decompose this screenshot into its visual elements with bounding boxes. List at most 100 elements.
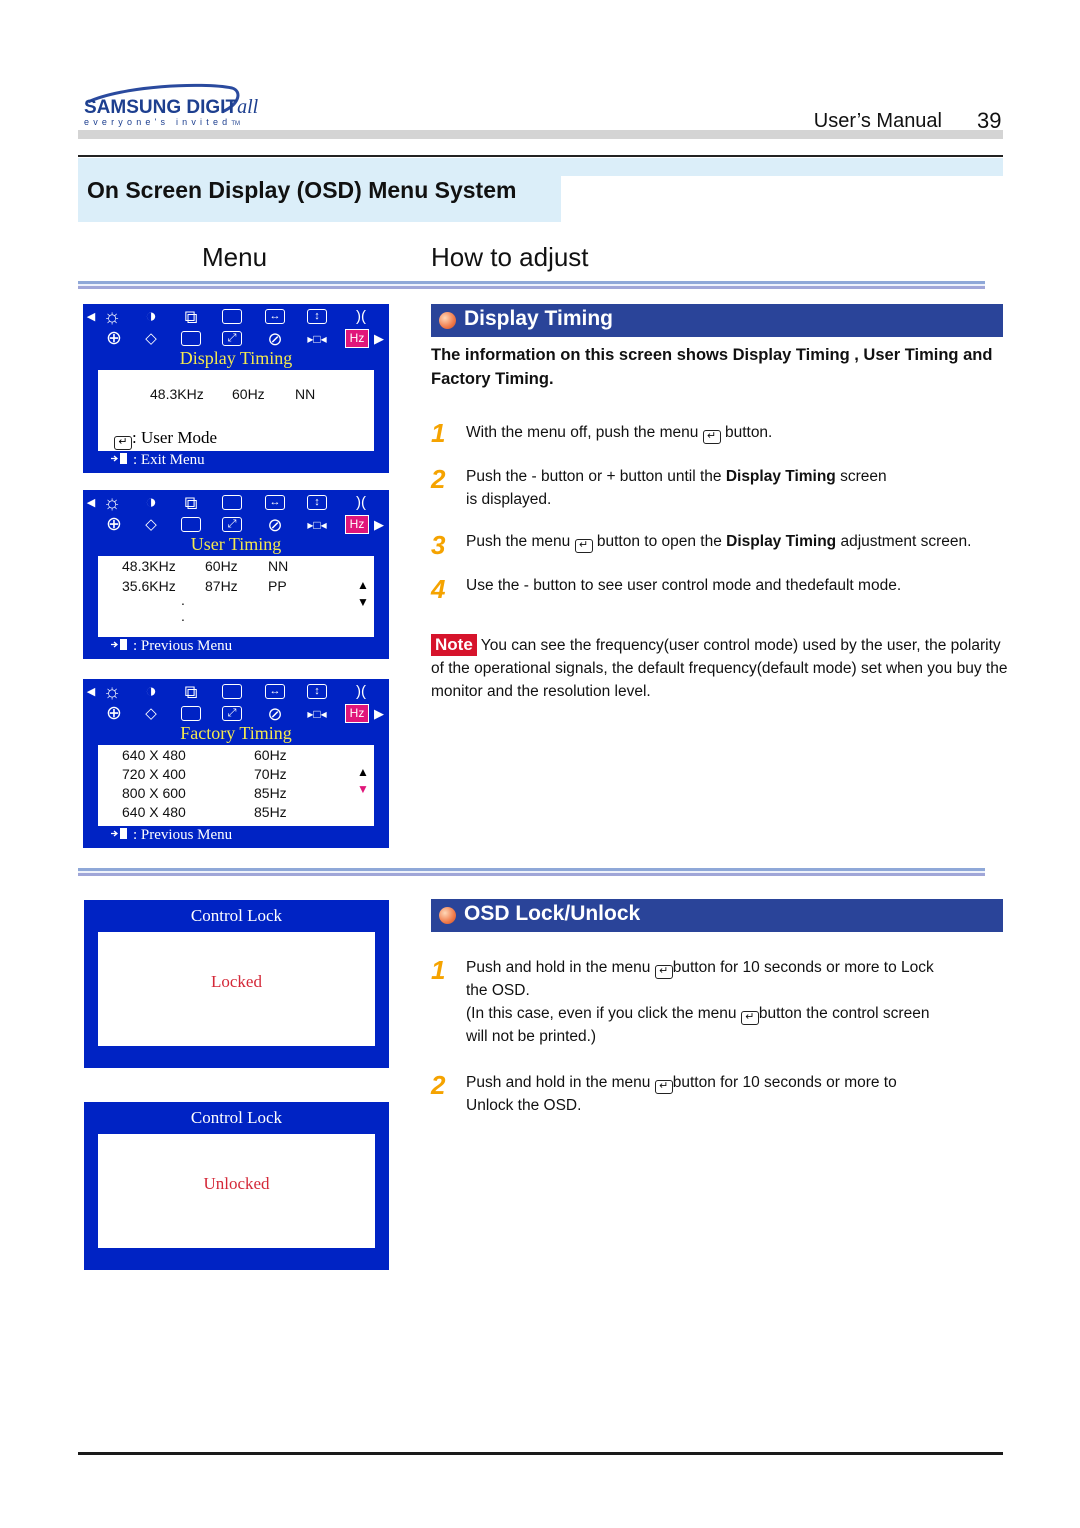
double-rule <box>78 281 985 289</box>
contrast-icon[interactable]: ◑ <box>139 493 163 513</box>
degauss-icon[interactable]: ⊘ <box>263 515 287 535</box>
enter-icon: ↵ <box>574 539 593 553</box>
moire-icon[interactable]: ▸□◂ <box>305 515 329 535</box>
refresh-rate: 85Hz <box>254 804 287 820</box>
rotation-icon[interactable]: ⊕ <box>102 515 126 535</box>
display-timing-intro: The information on this screen shows Dis… <box>431 346 993 388</box>
zoom-icon[interactable]: ⤢ <box>220 329 244 349</box>
note-badge: Note <box>431 634 477 656</box>
hz-icon[interactable]: Hz <box>345 329 369 348</box>
parallelogram-icon[interactable] <box>179 515 203 535</box>
column-heading-menu: Menu <box>202 242 268 272</box>
v-size-icon[interactable]: ↕ <box>305 682 329 702</box>
previous-menu-label: : Previous Menu <box>133 638 233 654</box>
left-arrow-icon[interactable]: ◀ <box>85 682 97 702</box>
control-lock-body: Unlocked <box>98 1134 375 1248</box>
hz-icon[interactable]: Hz <box>345 704 369 723</box>
h-freq: 35.6KHz <box>122 578 176 594</box>
pincushion-icon[interactable]: )( <box>349 682 373 702</box>
rotation-icon[interactable]: ⊕ <box>102 329 126 349</box>
logo-brand-suffix: all <box>237 96 259 118</box>
contrast-icon[interactable]: ◑ <box>139 307 163 327</box>
enter-icon: ↵ <box>740 1011 759 1025</box>
left-arrow-icon[interactable]: ◀ <box>85 493 97 513</box>
zoom-icon[interactable]: ⤢ <box>220 704 244 724</box>
exit-menu-hint: : Exit Menu <box>111 452 205 469</box>
samsung-logo: SAMSUNG DIGITall everyone's invitedTM <box>82 82 258 132</box>
step-text-part: adjustment screen. <box>836 533 972 550</box>
trapezoid-icon[interactable]: ◇ <box>139 515 163 535</box>
hz-icon[interactable]: Hz <box>345 515 369 534</box>
control-lock-title: Control Lock <box>190 1108 283 1127</box>
h-size-icon[interactable]: ↔ <box>263 307 287 327</box>
degauss-icon[interactable]: ⊘ <box>263 329 287 349</box>
previous-menu-label: : Previous Menu <box>133 827 233 843</box>
degauss-icon[interactable]: ⊘ <box>263 704 287 724</box>
position-icon[interactable]: ⧉ <box>179 493 203 513</box>
position-icon[interactable]: ⧉ <box>179 682 203 702</box>
trapezoid-icon[interactable]: ◇ <box>139 329 163 349</box>
position-icon[interactable]: ⧉ <box>179 307 203 327</box>
osd-body: 48.3KHz 60Hz NN 35.6KHz 87Hz PP . . ▲ ▼ <box>98 556 374 637</box>
step-text: Push the menu ↵ button to open the Displ… <box>466 530 1066 553</box>
right-arrow-icon[interactable]: ▶ <box>373 515 385 535</box>
refresh-rate: 85Hz <box>254 785 287 801</box>
step-text-part: Push and hold in the menu <box>466 959 655 976</box>
lock-status: Unlocked <box>203 1174 270 1193</box>
h-size-icon[interactable]: ↔ <box>263 682 287 702</box>
scroll-down-icon[interactable]: ▼ <box>357 782 369 796</box>
brightness-icon[interactable]: ☼ <box>100 682 124 702</box>
zoom-icon[interactable]: ⤢ <box>220 515 244 535</box>
pincushion-icon[interactable]: )( <box>349 493 373 513</box>
note-text: You can see the frequency(user control m… <box>431 637 1008 700</box>
scroll-up-icon[interactable]: ▲ <box>357 765 369 779</box>
step-number: 3 <box>431 530 446 560</box>
moire-icon[interactable]: ▸□◂ <box>305 704 329 724</box>
control-lock-panel-unlocked: Control Lock Unlocked <box>84 1102 389 1270</box>
scroll-down-icon[interactable]: ▼ <box>357 595 369 609</box>
contrast-icon[interactable]: ◑ <box>139 682 163 702</box>
step-text-part: button. <box>720 424 773 441</box>
brightness-icon[interactable]: ☼ <box>100 493 124 513</box>
parallelogram-icon[interactable] <box>179 329 203 349</box>
step-text-part: Push the menu <box>466 533 575 550</box>
h-freq: 48.3KHz <box>122 558 176 574</box>
control-lock-title: Control Lock <box>190 906 283 925</box>
v-size-icon[interactable]: ↕ <box>305 307 329 327</box>
control-lock-panel-locked: Control Lock Locked <box>84 900 389 1068</box>
step-text: With the menu off, push the menu ↵ butto… <box>466 421 1016 444</box>
parallelogram-icon[interactable] <box>179 704 203 724</box>
step-text: Push the - button or + button until the … <box>466 465 896 511</box>
footer-rule <box>78 1452 1003 1455</box>
size-icon[interactable] <box>220 682 244 702</box>
step-text-part: Push the - button or + button until the <box>466 468 726 485</box>
step-text-bold: Display Timing <box>726 533 837 550</box>
polarity: NN <box>268 558 289 574</box>
logo-tagline: everyone's invitedTM <box>84 117 240 127</box>
v-size-icon[interactable]: ↕ <box>305 493 329 513</box>
rotation-icon[interactable]: ⊕ <box>102 704 126 724</box>
enter-icon: ↵ <box>654 1080 673 1094</box>
step-text: Use the - button to see user control mod… <box>466 577 902 594</box>
osd-icon-row: ◀ ☼ ◑ ⧉ ↔ ↕ )( <box>83 307 389 329</box>
right-arrow-icon[interactable]: ▶ <box>373 329 385 349</box>
display-timing-heading: Display Timing <box>431 304 1003 337</box>
enter-icon: ↵ <box>702 430 721 444</box>
right-arrow-icon[interactable]: ▶ <box>373 704 385 724</box>
osd-body: 48.3KHz 60Hz NN ↵: User Mode <box>98 370 374 451</box>
osd-user-timing-panel: ◀ ☼ ◑ ⧉ ↔ ↕)( ⊕ ◇ ⤢ ⊘ ▸□◂ Hz ▶ User Timing 48.3KHz … <box>83 490 389 659</box>
lock-status: Locked <box>211 972 262 991</box>
osd-lock-heading: OSD Lock/Unlock <box>431 899 1003 932</box>
h-size-icon[interactable]: ↔ <box>263 493 287 513</box>
brightness-icon[interactable]: ☼ <box>100 307 124 327</box>
section-notch <box>561 176 1003 222</box>
size-icon[interactable] <box>220 493 244 513</box>
pincushion-icon[interactable]: )( <box>349 307 373 327</box>
size-icon[interactable] <box>220 307 244 327</box>
left-arrow-icon[interactable]: ◀ <box>85 307 97 327</box>
moire-icon[interactable]: ▸□◂ <box>305 329 329 349</box>
osd-factory-timing-panel: ◀ ☼ ◑ ⧉ ↔ ↕)( ⊕ ◇ ⤢ ⊘ ▸□◂ Hz ▶ Factory Timing 640 X… <box>83 679 389 848</box>
trapezoid-icon[interactable]: ◇ <box>139 704 163 724</box>
scroll-up-icon[interactable]: ▲ <box>357 578 369 592</box>
ellipsis-dot: . <box>181 592 185 608</box>
